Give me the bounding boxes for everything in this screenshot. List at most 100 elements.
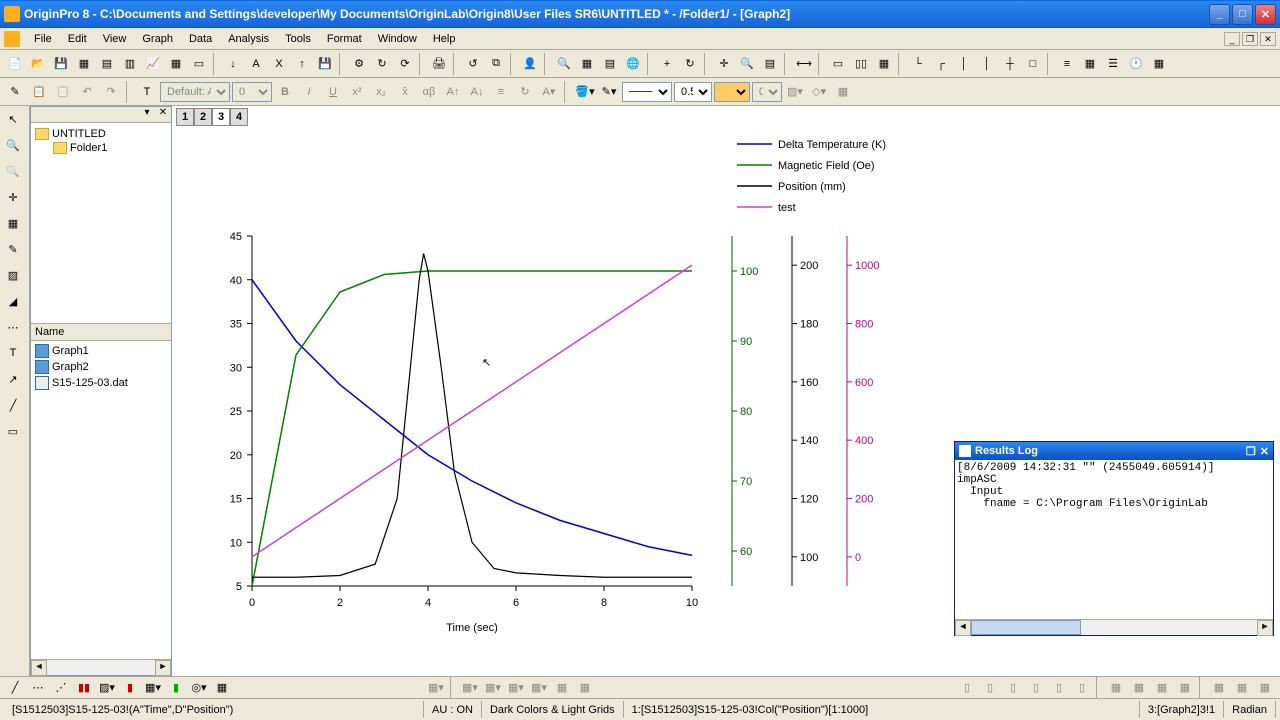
object1-button[interactable]: ▦▾ — [425, 677, 447, 699]
roi-tool[interactable]: ◢ — [2, 290, 24, 312]
axis-top-button[interactable]: ┌ — [930, 53, 952, 75]
pie-plot-button[interactable]: ▮ — [119, 677, 141, 699]
paste-format-button[interactable]: 📋 — [52, 81, 74, 103]
text-annotation-tool[interactable]: T — [2, 342, 24, 364]
symbol-shape-button[interactable]: ◇▾ — [808, 81, 830, 103]
refresh2-button[interactable]: ↻ — [679, 53, 701, 75]
menu-window[interactable]: Window — [370, 31, 425, 47]
line-width-combo[interactable]: 0.5 — [674, 82, 712, 102]
refresh-button[interactable]: ↺ — [462, 53, 484, 75]
open-button[interactable]: 📂 — [27, 53, 49, 75]
menu-file[interactable]: File — [26, 31, 60, 47]
align-button[interactable]: ≡ — [490, 81, 512, 103]
contour-plot-button[interactable]: ▮ — [165, 677, 187, 699]
recalc-button[interactable]: ↻ — [371, 53, 393, 75]
new-layout-button[interactable]: ▭ — [188, 53, 210, 75]
xy-scale-button[interactable]: ▦ — [1148, 53, 1170, 75]
plot-area[interactable]: Delta Temperature (K)Magnetic Field (Oe)… — [192, 126, 1072, 666]
group1-button[interactable]: ▦ — [1105, 677, 1127, 699]
text-label-tool[interactable]: ⋯ — [2, 316, 24, 338]
new-workbook-button[interactable]: ▤ — [96, 53, 118, 75]
underline-button[interactable]: U — [322, 81, 344, 103]
line-plot-button[interactable]: ╱ — [4, 677, 26, 699]
zoom-in-tool[interactable]: 🔍 — [2, 134, 24, 156]
code-builder-button[interactable]: 👤 — [519, 53, 541, 75]
send-back-button[interactable]: ▦ — [1231, 677, 1253, 699]
3d-plot-button[interactable]: ▦▾ — [142, 677, 164, 699]
font-combo[interactable]: Default: Ar — [160, 82, 230, 102]
menu-format[interactable]: Format — [319, 31, 370, 47]
print-button[interactable]: 🖨 — [428, 53, 450, 75]
menu-graph[interactable]: Graph — [134, 31, 181, 47]
arrange2-button[interactable]: ▯ — [979, 677, 1001, 699]
import-ascii-button[interactable]: A — [245, 53, 267, 75]
list-item[interactable]: Graph2 — [33, 359, 169, 375]
menu-help[interactable]: Help — [425, 31, 464, 47]
object4-button[interactable]: ▦▾ — [505, 677, 527, 699]
add-text-button[interactable]: ≡ — [1056, 53, 1078, 75]
object7-button[interactable]: ▦ — [574, 677, 596, 699]
panel4-button[interactable]: ▦ — [873, 53, 895, 75]
copy-format-button[interactable]: 📋 — [28, 81, 50, 103]
data-reader-button[interactable]: 🔍 — [736, 53, 758, 75]
menu-data[interactable]: Data — [181, 31, 220, 47]
import-wizard-button[interactable]: ↓ — [222, 53, 244, 75]
object6-button[interactable]: ▦ — [551, 677, 573, 699]
group2-button[interactable]: ▦ — [1128, 677, 1150, 699]
rect-tool[interactable]: ▭ — [2, 420, 24, 442]
slide-show-button[interactable]: 🌐 — [622, 53, 644, 75]
line-style-combo[interactable]: ─── — [622, 82, 672, 102]
superscript-button[interactable]: x² — [346, 81, 368, 103]
export-button[interactable]: ↑ — [291, 53, 313, 75]
explorer-close[interactable]: ✕ — [155, 107, 171, 122]
line-tool[interactable]: ╱ — [2, 394, 24, 416]
mdi-close[interactable]: ✕ — [1260, 32, 1276, 46]
recalc-all-button[interactable]: ⟳ — [394, 53, 416, 75]
area-plot-button[interactable]: ▨▾ — [96, 677, 118, 699]
object2-button[interactable]: ▦▾ — [459, 677, 481, 699]
column-plot-button[interactable]: ▮▮ — [73, 677, 95, 699]
line-color-button[interactable]: ✎▾ — [598, 81, 620, 103]
apply-theme-button[interactable]: ✎ — [4, 81, 26, 103]
results-log-titlebar[interactable]: Results Log ❐ ✕ — [955, 442, 1273, 460]
menu-view[interactable]: View — [95, 31, 135, 47]
menu-tools[interactable]: Tools — [277, 31, 319, 47]
read-coord-button[interactable]: ✛ — [713, 53, 735, 75]
layer-tab-1[interactable]: 1 — [176, 108, 194, 126]
object3-button[interactable]: ▦▾ — [482, 677, 504, 699]
tree-folder[interactable]: Folder1 — [35, 141, 167, 155]
duplicate-button[interactable]: ⧉ — [485, 53, 507, 75]
arrange3-button[interactable]: ▯ — [1002, 677, 1024, 699]
rotate-button[interactable]: ↻ — [514, 81, 536, 103]
redo-button[interactable]: ↷ — [100, 81, 122, 103]
bring-front-button[interactable]: ▦ — [1208, 677, 1230, 699]
system-menu-icon[interactable] — [4, 31, 20, 47]
italic-button[interactable]: I — [298, 81, 320, 103]
undo-button[interactable]: ↶ — [76, 81, 98, 103]
zoom-out-tool[interactable]: 🔍 — [2, 160, 24, 182]
symbol-interior-button[interactable]: ▦ — [832, 81, 854, 103]
tree-root[interactable]: UNTITLED — [35, 127, 167, 141]
axis-xy-button[interactable]: ┼ — [999, 53, 1021, 75]
layer-tab-4[interactable]: 4 — [230, 108, 248, 126]
results-log-button[interactable]: ▦ — [576, 53, 598, 75]
list-item[interactable]: S15-125-03.dat — [33, 375, 169, 391]
group3-button[interactable]: ▦ — [1151, 677, 1173, 699]
increase-font-button[interactable]: A↑ — [442, 81, 464, 103]
draw-data-tool[interactable]: ✎ — [2, 238, 24, 260]
panel2-button[interactable]: ▯▯ — [850, 53, 872, 75]
new-project-button[interactable]: 📄 — [4, 53, 26, 75]
layer-tab-2[interactable]: 2 — [194, 108, 212, 126]
new-graph-button[interactable]: 📈 — [142, 53, 164, 75]
command-window-button[interactable]: ▤ — [599, 53, 621, 75]
new-matrix-button[interactable]: ▦ — [165, 53, 187, 75]
arrange6-button[interactable]: ▯ — [1071, 677, 1093, 699]
batch-button[interactable]: ⚙ — [348, 53, 370, 75]
results-log-restore[interactable]: ❐ — [1246, 445, 1256, 458]
minimize-button[interactable]: _ — [1209, 4, 1230, 25]
screen-reader-button[interactable]: ▤ — [759, 53, 781, 75]
scroll-left-button[interactable]: ◄ — [31, 660, 47, 676]
add-column-button[interactable]: + — [656, 53, 678, 75]
explorer-scrollbar[interactable]: ◄ ► — [31, 659, 171, 675]
supersubscript-button[interactable]: x̂ — [394, 81, 416, 103]
